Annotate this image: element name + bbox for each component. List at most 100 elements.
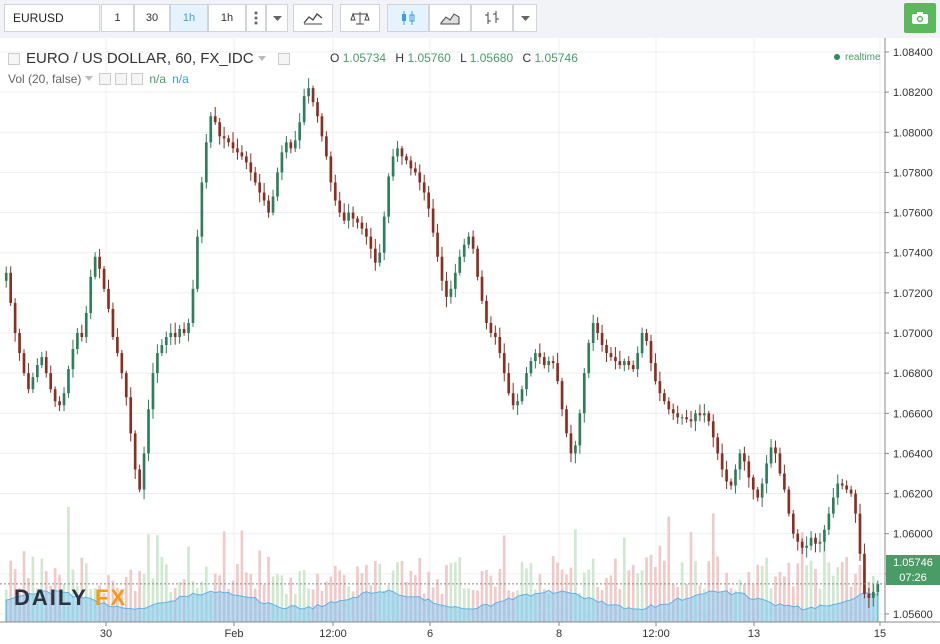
- candle-body: [138, 469, 141, 490]
- candle-body: [280, 152, 284, 173]
- interval-dropdown-icon[interactable]: [266, 4, 288, 32]
- candles-style-icon[interactable]: [387, 4, 429, 32]
- realtime-dot-icon: [834, 54, 840, 61]
- candle-body: [858, 513, 862, 554]
- camera-icon[interactable]: [904, 3, 936, 33]
- candle-body: [743, 453, 746, 462]
- candle-body: [502, 353, 506, 374]
- candle-body: [142, 453, 146, 490]
- price-tick-label: 1.05600: [893, 609, 933, 621]
- candle-body: [62, 393, 66, 406]
- candle-body: [387, 176, 390, 217]
- price-tick-label: 1.06600: [893, 408, 933, 420]
- candle-body: [783, 473, 786, 490]
- candle-body: [578, 413, 582, 446]
- collapse-icon[interactable]: [8, 52, 20, 65]
- candle-body: [187, 322, 190, 333]
- time-tick-label: 30: [100, 628, 112, 640]
- candle-body: [565, 409, 568, 434]
- candle-body: [413, 168, 417, 173]
- title-dropdown-icon: [257, 55, 266, 61]
- candle-body: [796, 533, 800, 542]
- interval-1h-custom-button[interactable]: 1h: [208, 4, 246, 32]
- symbol-input[interactable]: EURUSD: [4, 4, 100, 32]
- chart-style-dropdown-icon[interactable]: [513, 4, 537, 32]
- interval-30-button[interactable]: 30: [134, 4, 170, 32]
- candle-body: [787, 489, 791, 514]
- candle-body: [520, 389, 524, 402]
- candle-body: [298, 122, 302, 141]
- price-tick-label: 1.07600: [893, 208, 933, 220]
- candle-body: [760, 483, 764, 498]
- volume-close-icon[interactable]: [131, 73, 144, 85]
- candle-body: [400, 148, 404, 157]
- price-chart[interactable]: 1.08400 1.08200 1.08000 1.07800 1.07600 1.074…: [0, 38, 940, 644]
- candle-body: [320, 116, 324, 137]
- candle-body: [93, 256, 97, 277]
- candle-body: [823, 529, 826, 542]
- volume-visibility-icon[interactable]: [99, 73, 112, 85]
- last-price-text: 1.05746: [893, 557, 933, 569]
- candle-body: [360, 222, 364, 229]
- area-style-icon[interactable]: [429, 4, 471, 32]
- low-label: L: [460, 51, 467, 65]
- candle-body: [791, 513, 795, 534]
- volume-settings-icon[interactable]: [115, 73, 128, 85]
- candle-body: [258, 182, 262, 193]
- candle-body: [654, 363, 657, 382]
- candle-body: [689, 419, 693, 422]
- candle-body: [476, 248, 479, 277]
- candle-body: [663, 393, 666, 402]
- candle-body: [182, 328, 186, 333]
- candle-body: [560, 381, 564, 410]
- dailyfx-logo: DAILY FX: [14, 585, 125, 610]
- candle-body: [440, 256, 444, 281]
- candle-body: [396, 148, 399, 157]
- price-tick-label: 1.06400: [893, 448, 933, 460]
- candle-body: [262, 192, 266, 201]
- candle-body: [627, 361, 631, 366]
- candle-body: [671, 409, 675, 414]
- candle-body: [382, 216, 386, 253]
- candle-body: [147, 409, 150, 454]
- candle-body: [676, 413, 680, 418]
- price-tick-label: 1.06800: [893, 368, 933, 380]
- indicators-icon[interactable]: [293, 4, 333, 32]
- candle-body: [667, 401, 671, 410]
- interval-1h-button[interactable]: 1h: [170, 4, 208, 32]
- bars-style-icon[interactable]: [471, 4, 513, 32]
- candle-body: [204, 142, 208, 183]
- candle-body: [49, 373, 53, 390]
- candle-body: [769, 447, 773, 464]
- settings-icon[interactable]: [277, 52, 290, 65]
- candle-body: [378, 252, 382, 263]
- volume-dropdown-icon: [85, 76, 94, 81]
- candle-body: [391, 156, 395, 177]
- candle-body: [31, 377, 35, 390]
- candle-body: [338, 200, 342, 213]
- candle-body: [458, 256, 462, 273]
- candle-body: [622, 361, 626, 366]
- candle-body: [227, 138, 230, 143]
- volume-value-2: n/a: [172, 72, 189, 86]
- candle-body: [342, 212, 346, 221]
- candle-body: [680, 417, 684, 419]
- candle-body: [107, 288, 110, 309]
- last-price-tag: 1.05746 07:26: [886, 555, 940, 585]
- interval-1-button[interactable]: 1: [101, 4, 134, 32]
- time-tick-label: Feb: [225, 628, 244, 640]
- candle-body: [67, 369, 70, 394]
- compare-icon[interactable]: [340, 4, 380, 32]
- more-intervals-icon[interactable]: [246, 4, 266, 32]
- price-tick-label: 1.07000: [893, 328, 933, 340]
- candle-body: [9, 272, 13, 303]
- candle-body: [267, 200, 270, 213]
- candle-body: [716, 437, 720, 454]
- candle-body: [574, 445, 577, 454]
- candle-body: [196, 236, 199, 289]
- candle-body: [316, 102, 319, 117]
- candle-body: [685, 417, 688, 420]
- candle-body: [800, 541, 804, 548]
- candle-body: [405, 156, 408, 161]
- candle-body: [582, 373, 586, 414]
